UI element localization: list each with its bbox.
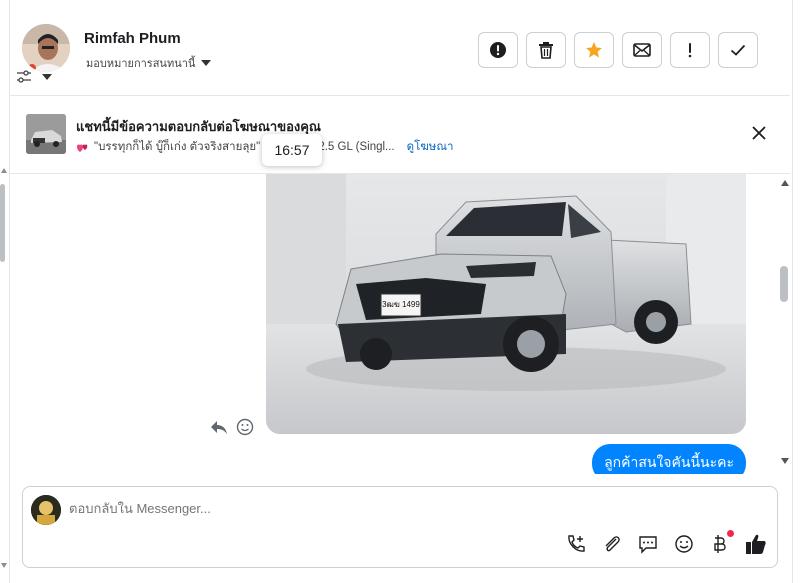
scroll-up-arrow[interactable] — [1, 168, 7, 173]
assign-conversation-dropdown[interactable]: มอบหมายการสนทนานี้ — [86, 54, 212, 72]
delete-button[interactable] — [526, 32, 566, 68]
ad-text: "บรรทุกก็ได้ บู๊ก็เก่ง ตัวจริงสายลุย" ..… — [94, 141, 395, 153]
left-scrollbar[interactable] — [0, 0, 10, 583]
follow-up-button[interactable] — [670, 32, 710, 68]
exclamation-icon — [688, 43, 692, 58]
mark-unread-button[interactable] — [622, 32, 662, 68]
view-ad-link[interactable]: ดูโฆษณา — [407, 138, 454, 156]
header-action-buttons — [478, 32, 758, 68]
phone-add-icon[interactable] — [565, 533, 587, 555]
sliders-icon[interactable] — [16, 70, 32, 84]
page-avatar — [31, 495, 61, 525]
check-icon — [730, 44, 746, 56]
saved-reply-icon[interactable] — [637, 533, 659, 555]
contact-name[interactable]: Rimfah Phum — [84, 30, 181, 47]
outgoing-message-bubble[interactable]: ลูกค้าสนใจคันนี้นะคะ — [592, 444, 746, 474]
exclamation-circle-icon — [490, 42, 506, 58]
ad-thumbnail[interactable] — [26, 114, 66, 154]
inbox-conversation-panel: Rimfah Phum มอบหมายการสนทนานี้ แชทนี้มีข… — [0, 0, 808, 583]
thread-scrollbar[interactable] — [780, 174, 792, 474]
scroll-down-arrow[interactable] — [1, 563, 7, 568]
scroll-down-arrow[interactable] — [781, 458, 789, 464]
scroll-up-arrow[interactable] — [781, 180, 789, 186]
reply-input[interactable] — [69, 501, 709, 516]
message-composer — [22, 486, 778, 568]
assign-label: มอบหมายการสนทนานี้ — [86, 58, 196, 70]
close-icon[interactable] — [752, 124, 766, 145]
conversation-header: Rimfah Phum มอบหมายการสนทนานี้ — [10, 0, 790, 96]
report-button[interactable] — [478, 32, 518, 68]
emoji-icon[interactable] — [673, 533, 695, 555]
star-icon — [586, 42, 602, 58]
scroll-thumb[interactable] — [0, 184, 5, 262]
emoji-reaction-icon[interactable] — [236, 418, 254, 436]
page-scrollbar[interactable] — [792, 0, 808, 583]
ad-reply-banner: แชทนี้มีข้อความตอบกลับต่อโฆษณาของคุณ "บร… — [10, 96, 790, 174]
composer-tools — [565, 530, 767, 555]
done-button[interactable] — [718, 32, 758, 68]
hearts-icon — [76, 144, 88, 152]
trash-icon — [539, 42, 553, 59]
message-thread[interactable]: 3ฒฆ 1499 ลูกค้าสนใจคันนี้นะคะ — [10, 174, 780, 474]
contact-avatar[interactable] — [22, 24, 70, 72]
reply-icon[interactable] — [210, 419, 228, 435]
scroll-thumb[interactable] — [780, 266, 788, 302]
chevron-down-icon[interactable] — [42, 74, 52, 80]
message-hover-actions — [210, 418, 254, 436]
thumbs-up-icon[interactable] — [745, 533, 767, 555]
chevron-down-icon — [201, 60, 212, 66]
license-plate-text: 3ฒฆ 1499 — [382, 300, 420, 309]
baht-payment-icon[interactable] — [709, 530, 734, 555]
paperclip-icon[interactable] — [601, 533, 623, 555]
message-photo[interactable]: 3ฒฆ 1499 — [266, 174, 746, 434]
star-button[interactable] — [574, 32, 614, 68]
envelope-icon — [633, 43, 651, 57]
filter-control[interactable] — [16, 70, 52, 84]
notification-dot — [727, 530, 734, 537]
timestamp-tooltip: 16:57 — [262, 134, 322, 166]
